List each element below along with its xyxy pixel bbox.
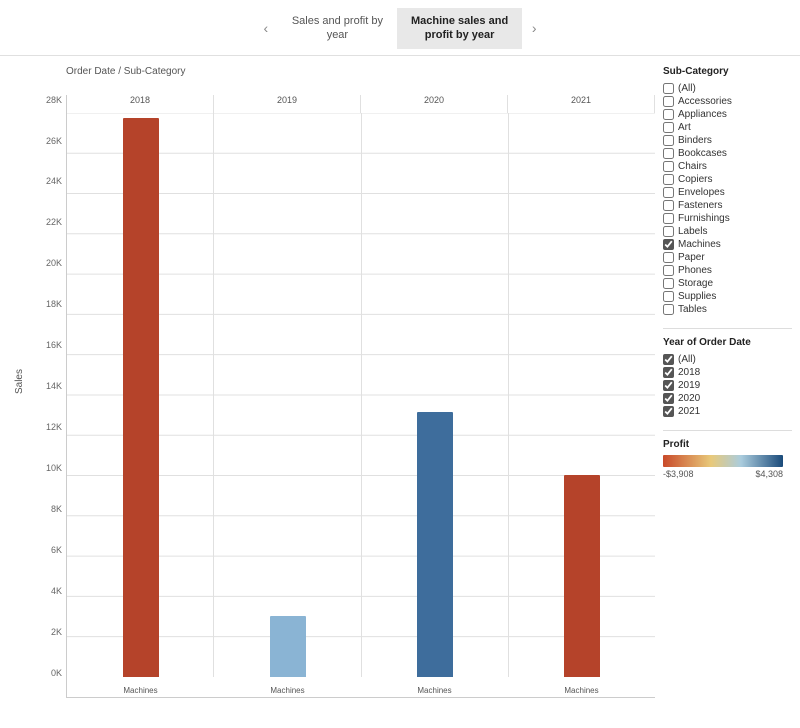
filter-item-binders[interactable]: Binders	[663, 134, 792, 147]
checkbox-envelopes[interactable]	[663, 187, 674, 198]
profit-filter: Profit -$3,908 $4,308	[663, 439, 792, 479]
x-label-2021: Machines	[508, 686, 655, 695]
year-header-2020: 2020	[361, 95, 508, 113]
filter-item-accessories[interactable]: Accessories	[663, 95, 792, 108]
next-arrow[interactable]: ›	[522, 13, 546, 43]
filter-item-all[interactable]: (All)	[663, 82, 792, 95]
checkbox-supplies[interactable]	[663, 291, 674, 302]
bar-2018	[123, 118, 159, 676]
filter-item-paper[interactable]: Paper	[663, 251, 792, 264]
year-header-2021: 2021	[508, 95, 655, 113]
filter-item-chairs[interactable]: Chairs	[663, 160, 792, 173]
checkbox-furnishings[interactable]	[663, 213, 674, 224]
tab-sales-profit[interactable]: Sales and profit byyear	[278, 8, 397, 49]
checkbox-year-2019[interactable]	[663, 380, 674, 391]
filter-item-machines[interactable]: Machines	[663, 238, 792, 251]
filter-item-phones[interactable]: Phones	[663, 264, 792, 277]
filter-item-storage[interactable]: Storage	[663, 277, 792, 290]
filter-item-copiers[interactable]: Copiers	[663, 173, 792, 186]
checkbox-tables[interactable]	[663, 304, 674, 315]
filter-year-2018[interactable]: 2018	[663, 366, 792, 379]
checkbox-all[interactable]	[663, 83, 674, 94]
chart-title: Order Date / Sub-Category	[66, 66, 655, 77]
y-axis: 28K 26K 24K 22K 20K 18K 16K 14K 12K 10K …	[28, 95, 66, 698]
checkbox-appliances[interactable]	[663, 109, 674, 120]
year-filter-title: Year of Order Date	[663, 337, 792, 348]
checkbox-year-2021[interactable]	[663, 406, 674, 417]
filter-year-2021[interactable]: 2021	[663, 405, 792, 418]
profit-gradient: -$3,908 $4,308	[663, 455, 792, 479]
checkbox-year-all[interactable]	[663, 354, 674, 365]
gradient-labels: -$3,908 $4,308	[663, 469, 783, 479]
profit-filter-title: Profit	[663, 439, 792, 450]
checkbox-copiers[interactable]	[663, 174, 674, 185]
sub-category-filter: Sub-Category (All) Accessories Appliance…	[663, 66, 792, 316]
x-label-2018: Machines	[67, 686, 214, 695]
year-header-2018: 2018	[67, 95, 214, 113]
x-label-2020: Machines	[361, 686, 508, 695]
filter-item-envelopes[interactable]: Envelopes	[663, 186, 792, 199]
checkbox-paper[interactable]	[663, 252, 674, 263]
bar-2020	[417, 412, 453, 677]
filter-item-bookcases[interactable]: Bookcases	[663, 147, 792, 160]
y-axis-label: Sales	[14, 369, 25, 394]
checkbox-binders[interactable]	[663, 135, 674, 146]
filter-item-labels[interactable]: Labels	[663, 225, 792, 238]
filter-item-art[interactable]: Art	[663, 121, 792, 134]
checkbox-year-2018[interactable]	[663, 367, 674, 378]
filter-item-furnishings[interactable]: Furnishings	[663, 212, 792, 225]
checkbox-year-2020[interactable]	[663, 393, 674, 404]
header-nav: ‹ Sales and profit byyear Machine sales …	[0, 0, 800, 56]
filter-year-2020[interactable]: 2020	[663, 392, 792, 405]
filter-item-fasteners[interactable]: Fasteners	[663, 199, 792, 212]
checkbox-art[interactable]	[663, 122, 674, 133]
tab-machine-sales[interactable]: Machine sales andprofit by year	[397, 8, 522, 49]
filter-year-all[interactable]: (All)	[663, 353, 792, 366]
year-filter: Year of Order Date (All) 2018 2019 2020 …	[663, 337, 792, 418]
checkbox-accessories[interactable]	[663, 96, 674, 107]
checkbox-machines[interactable]	[663, 239, 674, 250]
plot-area: 2018 2019 2020 2021	[66, 95, 655, 698]
prev-arrow[interactable]: ‹	[254, 13, 278, 43]
bars-container	[67, 113, 655, 677]
right-panel: Sub-Category (All) Accessories Appliance…	[655, 56, 800, 728]
checkbox-chairs[interactable]	[663, 161, 674, 172]
gradient-bar	[663, 455, 783, 467]
filter-item-supplies[interactable]: Supplies	[663, 290, 792, 303]
main-content: Sales Order Date / Sub-Category 28K 26K …	[0, 56, 800, 728]
profit-min-label: -$3,908	[663, 469, 694, 479]
year-header-2019: 2019	[214, 95, 361, 113]
checkbox-storage[interactable]	[663, 278, 674, 289]
checkbox-bookcases[interactable]	[663, 148, 674, 159]
checkbox-fasteners[interactable]	[663, 200, 674, 211]
year-header-row: 2018 2019 2020 2021	[67, 95, 655, 113]
sub-category-title: Sub-Category	[663, 66, 792, 77]
chart-area: Sales Order Date / Sub-Category 28K 26K …	[0, 56, 655, 728]
divider-1	[663, 328, 792, 329]
x-label-2019: Machines	[214, 686, 361, 695]
filter-year-2019[interactable]: 2019	[663, 379, 792, 392]
divider-2	[663, 430, 792, 431]
profit-max-label: $4,308	[755, 469, 783, 479]
bar-2019	[270, 616, 306, 676]
checkbox-labels[interactable]	[663, 226, 674, 237]
filter-item-tables[interactable]: Tables	[663, 303, 792, 316]
bar-2021	[564, 475, 600, 676]
checkbox-phones[interactable]	[663, 265, 674, 276]
filter-item-appliances[interactable]: Appliances	[663, 108, 792, 121]
